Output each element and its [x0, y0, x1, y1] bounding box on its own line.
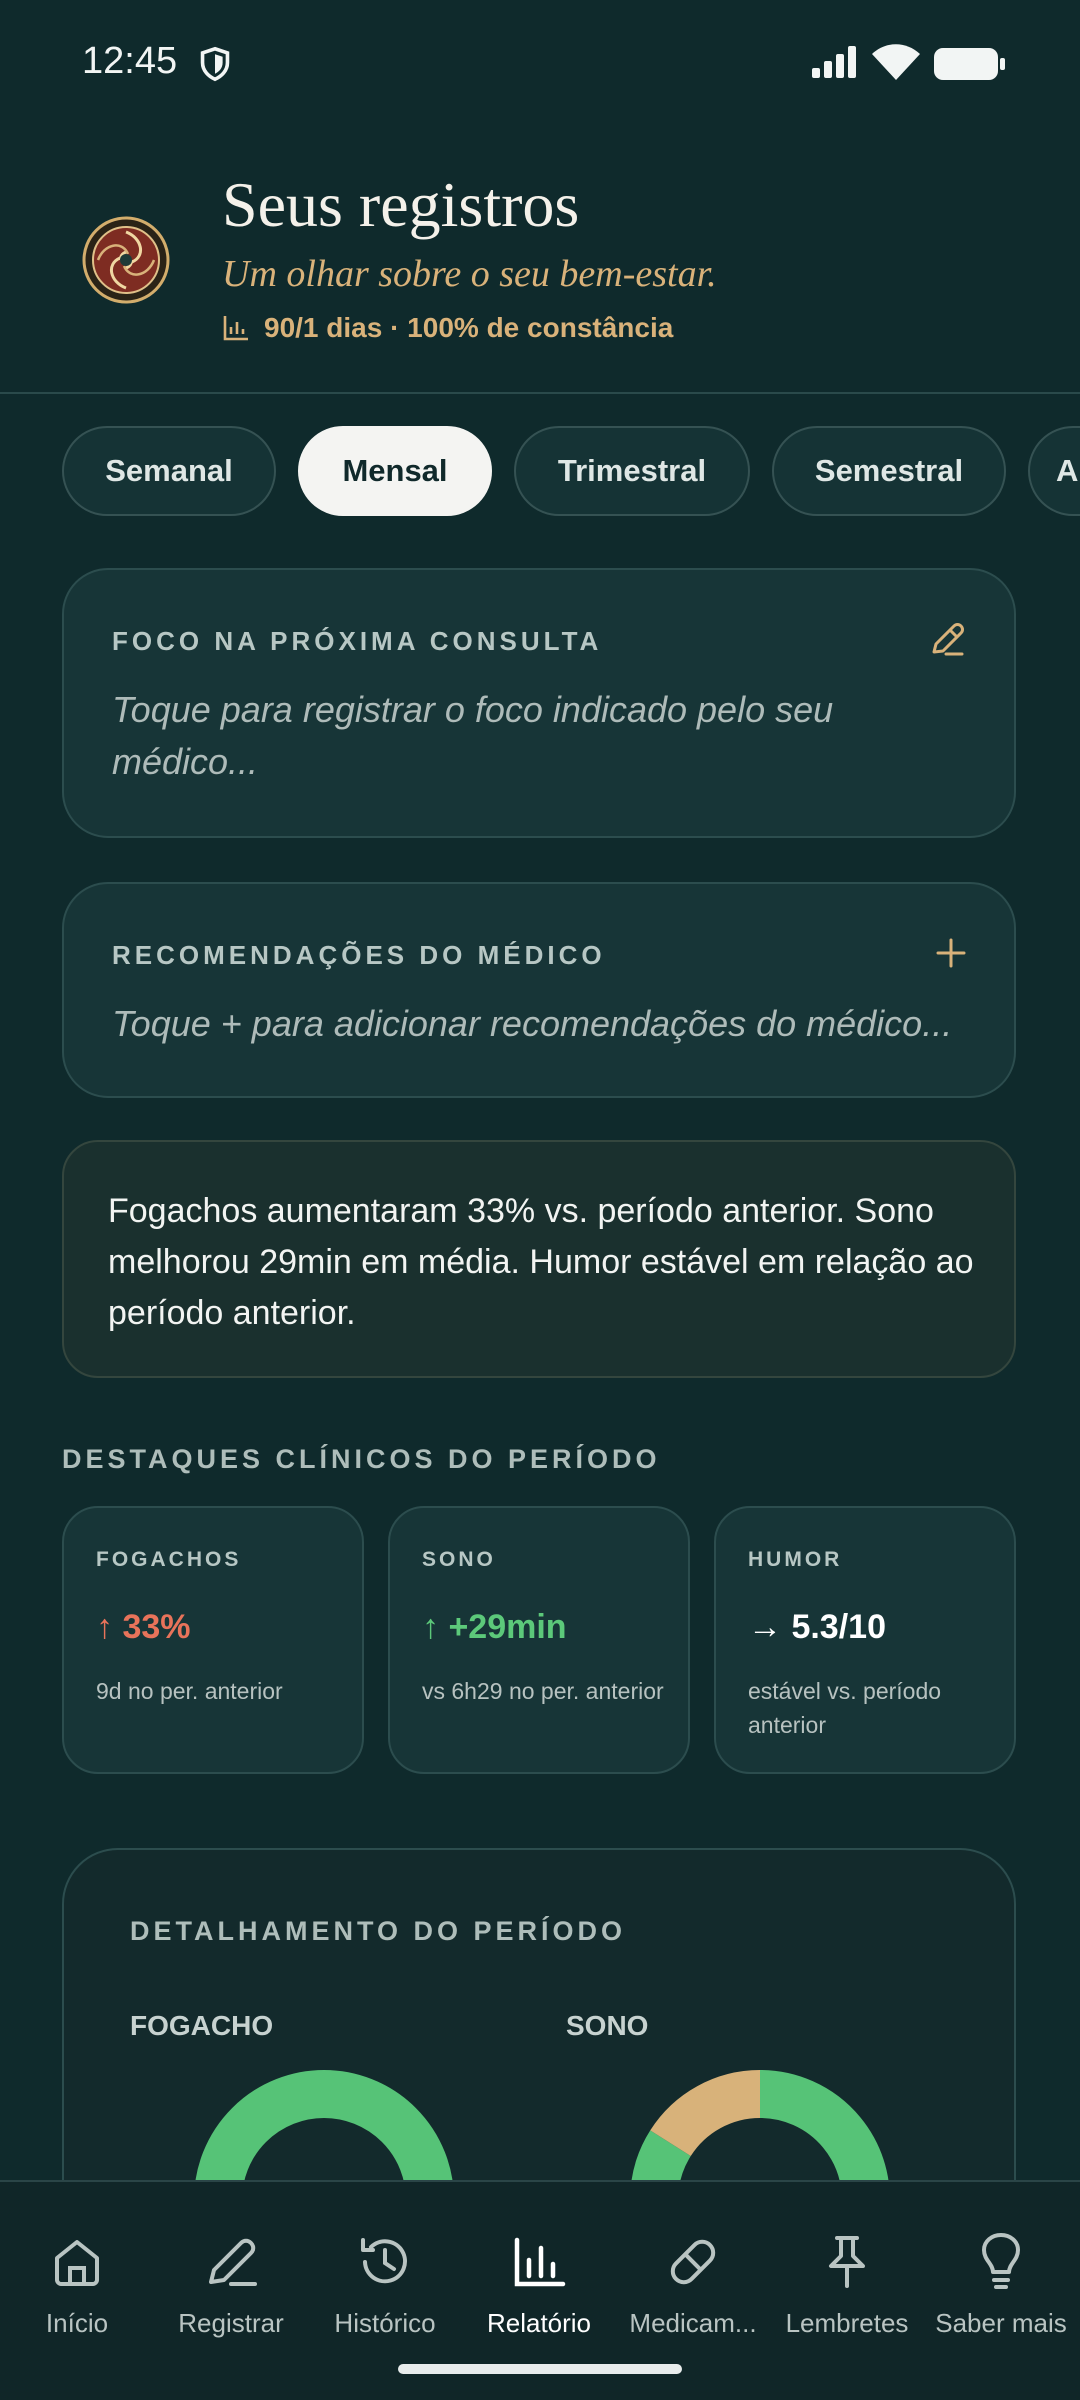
period-tabs: Semanal Mensal Trimestral Semestral A	[62, 426, 1080, 518]
nav-item-relatorio[interactable]: Relatório	[462, 2230, 616, 2339]
battery-icon	[934, 48, 1005, 80]
pin-icon	[829, 2236, 865, 2288]
summary-text: Fogachos aumentaram 33% vs. período ante…	[108, 1192, 974, 1332]
edit-icon[interactable]	[926, 618, 968, 660]
nav-item-registrar[interactable]: Registrar	[154, 2230, 308, 2339]
page-subtitle: Um olhar sobre o seu bem-estar.	[222, 253, 717, 295]
page-header: Seus registros Um olhar sobre o seu bem-…	[0, 128, 1080, 394]
tab-semanal[interactable]: Semanal	[62, 426, 276, 516]
arrow-up-icon: ↑	[96, 1608, 113, 1646]
metric-value: ↑ +29min	[422, 1608, 567, 1646]
home-indicator	[398, 2364, 682, 2374]
recommendations-card-hint: Toque + para adicionar recomendações do …	[112, 1003, 953, 1044]
status-bar: 12:45	[0, 0, 1080, 128]
nav-label: Início	[45, 2308, 109, 2338]
home-icon	[55, 2240, 99, 2286]
recommendations-card-label: RECOMENDAÇÕES DO MÉDICO	[112, 940, 606, 970]
donut-label-fogacho: FOGACHO	[130, 2010, 274, 2041]
nav-item-lembretes[interactable]: Lembretes	[770, 2230, 924, 2339]
focus-card-label: FOCO NA PRÓXIMA CONSULTA	[112, 626, 603, 656]
nav-item-historico[interactable]: Histórico	[308, 2230, 462, 2339]
nav-label: Saber mais	[935, 2308, 1067, 2338]
history-icon	[361, 2238, 407, 2284]
nav-label: Registrar	[178, 2308, 284, 2338]
nav-item-medicamentos[interactable]: Medicam...	[616, 2230, 770, 2339]
nav-label: Relatório	[486, 2308, 592, 2338]
detail-title: DETALHAMENTO DO PERÍODO	[130, 1916, 627, 1946]
focus-card-hint: Toque para registrar o foco indicado pel…	[112, 689, 834, 782]
metric-subtext: vs 6h29 no per. anterior	[422, 1678, 664, 1704]
status-time: 12:45	[82, 40, 178, 82]
tab-mensal[interactable]: Mensal	[298, 426, 492, 516]
lightbulb-icon	[982, 2233, 1020, 2289]
pencil-icon	[209, 2238, 257, 2286]
tab-semestral[interactable]: Semestral	[772, 426, 1006, 516]
donut-segment	[650, 2070, 761, 2157]
metric-value: ↑ 33%	[96, 1608, 191, 1646]
wifi-icon	[872, 44, 920, 80]
metric-card-humor: HUMOR → 5.3/10 estável vs. período anter…	[714, 1506, 1016, 1774]
recommendations-card[interactable]: RECOMENDAÇÕES DO MÉDICO Toque + para adi…	[62, 882, 1016, 1098]
bar-chart-icon	[223, 316, 248, 341]
app-logo	[82, 216, 170, 304]
metric-label: HUMOR	[748, 1548, 843, 1571]
metric-subtext: estável vs. período anterior	[748, 1678, 942, 1738]
metric-label: FOGACHOS	[96, 1548, 242, 1571]
shield-icon	[200, 46, 230, 82]
arrow-up-icon: ↑	[422, 1608, 439, 1646]
add-icon[interactable]	[934, 936, 968, 970]
tab-anual[interactable]: A	[1028, 426, 1080, 516]
metric-subtext: 9d no per. anterior	[96, 1678, 283, 1704]
nav-label: Histórico	[334, 2308, 436, 2338]
metric-card-sono: SONO ↑ +29min vs 6h29 no per. anterior	[388, 1506, 690, 1774]
metric-card-fogachos: FOGACHOS ↑ 33% 9d no per. anterior	[62, 1506, 364, 1774]
metric-label: SONO	[422, 1548, 496, 1571]
nav-item-saber-mais[interactable]: Saber mais	[924, 2230, 1078, 2339]
period-summary: Fogachos aumentaram 33% vs. período ante…	[62, 1140, 1016, 1378]
arrow-right-icon: →	[748, 1608, 782, 1646]
pill-icon	[670, 2239, 716, 2285]
nav-item-inicio[interactable]: Início	[0, 2230, 154, 2339]
donut-label-sono: SONO	[566, 2010, 649, 2041]
focus-card[interactable]: FOCO NA PRÓXIMA CONSULTA Toque para regi…	[62, 568, 1016, 838]
signal-icon	[812, 46, 856, 78]
bar-chart-icon	[514, 2237, 566, 2287]
page-title: Seus registros	[222, 169, 580, 240]
tracking-stats: 90/1 dias · 100% de constância	[222, 312, 673, 344]
nav-label: Lembretes	[785, 2308, 909, 2338]
nav-label: Medicam...	[629, 2308, 757, 2338]
metric-value: → 5.3/10	[748, 1608, 886, 1646]
highlights-title: DESTAQUES CLÍNICOS DO PERÍODO	[62, 1444, 661, 1474]
tab-trimestral[interactable]: Trimestral	[514, 426, 750, 516]
stats-text: 90/1 dias · 100% de constância	[264, 312, 674, 343]
